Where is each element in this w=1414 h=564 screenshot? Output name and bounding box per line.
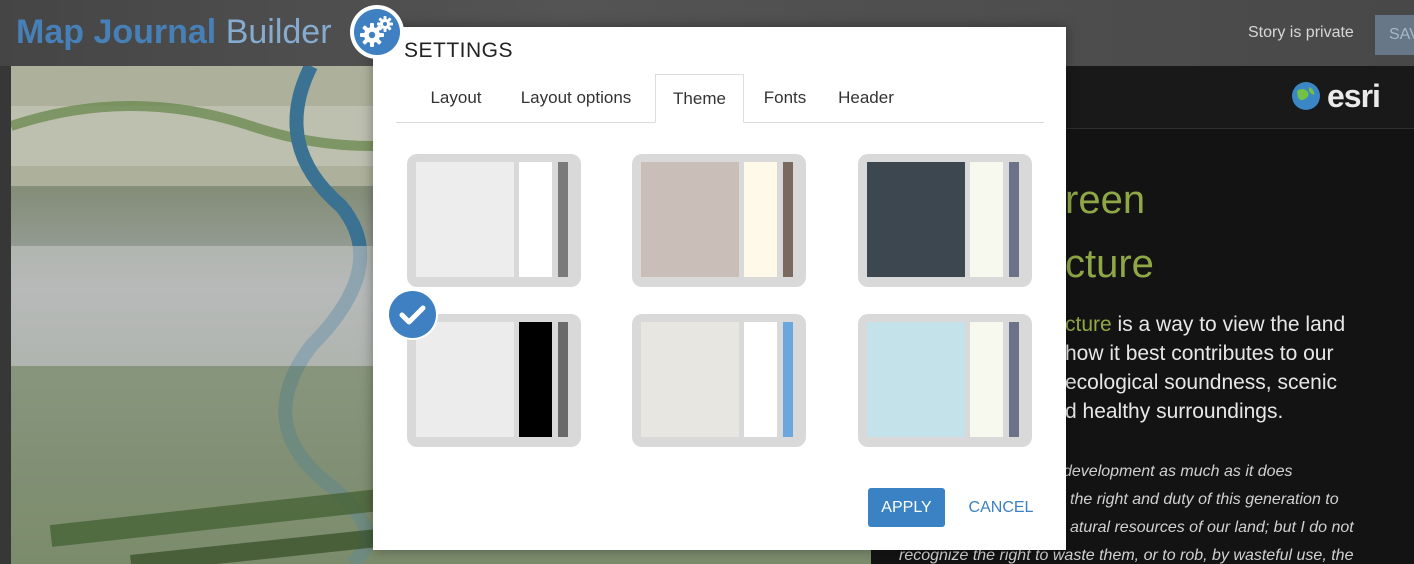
theme-option-2[interactable]	[632, 154, 806, 287]
gear-icon	[360, 16, 393, 47]
theme-swatch-bar	[1009, 162, 1019, 277]
tab-layout[interactable]: Layout	[414, 74, 498, 122]
theme-swatch-side	[519, 162, 552, 277]
theme-swatch-side	[519, 322, 552, 437]
theme-option-5[interactable]	[632, 314, 806, 447]
apply-button[interactable]: APPLY	[868, 488, 945, 527]
theme-swatch-main	[867, 162, 965, 277]
theme-swatch-bar	[1009, 322, 1019, 437]
theme-option-3[interactable]	[858, 154, 1032, 287]
checkmark-icon	[399, 305, 426, 325]
theme-swatch-side	[744, 322, 777, 437]
theme-swatch-main	[416, 162, 514, 277]
theme-swatch-main	[641, 162, 739, 277]
theme-swatch-side	[970, 322, 1003, 437]
theme-swatch-main	[416, 322, 514, 437]
settings-gear-badge	[350, 5, 404, 59]
theme-swatch-main	[867, 322, 965, 437]
selected-theme-check	[389, 291, 436, 338]
tab-layout-options[interactable]: Layout options	[506, 74, 646, 122]
tab-theme[interactable]: Theme	[655, 74, 744, 123]
settings-tabs: Layout Layout options Theme Fonts Header	[396, 74, 1044, 123]
theme-option-1[interactable]	[407, 154, 581, 287]
theme-swatch-bar	[783, 162, 793, 277]
dialog-title: SETTINGS	[404, 39, 514, 62]
cancel-button[interactable]: CANCEL	[963, 488, 1039, 527]
theme-swatch-bar	[558, 322, 568, 437]
settings-dialog: SETTINGS Layout Layout options Theme Fon…	[373, 27, 1066, 550]
theme-option-6[interactable]	[858, 314, 1032, 447]
theme-swatch-main	[641, 322, 739, 437]
theme-swatch-side	[744, 162, 777, 277]
tab-header[interactable]: Header	[826, 74, 906, 122]
theme-swatch-bar	[783, 322, 793, 437]
theme-swatch-bar	[558, 162, 568, 277]
theme-swatch-side	[970, 162, 1003, 277]
tab-fonts[interactable]: Fonts	[752, 74, 818, 122]
